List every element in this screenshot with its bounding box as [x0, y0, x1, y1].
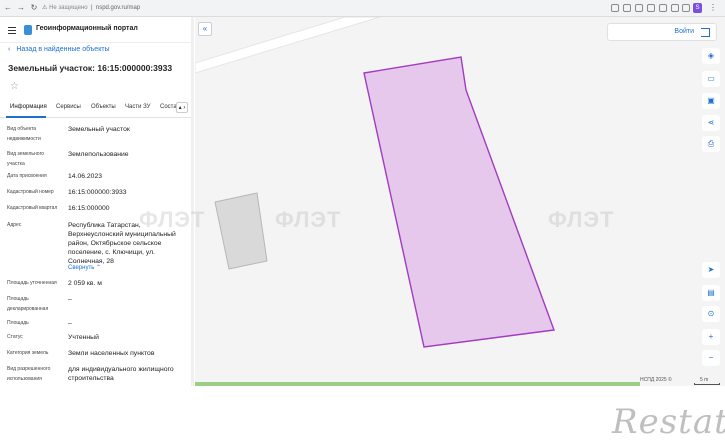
play-icon[interactable]: [647, 4, 655, 12]
print-area-icon[interactable]: ▣: [702, 93, 720, 109]
chevron-left-icon: ‹: [8, 46, 11, 53]
portal-logo-icon: [24, 25, 32, 35]
layers-icon[interactable]: ◈: [702, 48, 720, 64]
forward-icon[interactable]: →: [16, 3, 26, 13]
map-canvas[interactable]: [195, 17, 725, 386]
profile-avatar[interactable]: S: [693, 3, 702, 13]
row-label: Категория земель: [7, 350, 49, 356]
menu-icon[interactable]: [8, 27, 16, 34]
row-label: Дата присвоения: [7, 173, 47, 179]
object-title: Земельный участок: 16:15:000000:3933: [8, 63, 173, 73]
tab-parts[interactable]: Части ЗУ: [125, 104, 150, 110]
row-label: Кадастровый номер: [7, 189, 54, 195]
building-outline: [214, 192, 268, 270]
favorite-star-icon[interactable]: ☆: [10, 81, 19, 92]
login-label: Войти: [674, 28, 694, 35]
row-value: –: [68, 320, 72, 327]
green-area: [195, 382, 640, 386]
row-value: –: [68, 296, 72, 303]
location-icon[interactable]: [635, 4, 643, 12]
object-info-panel: Геоинформационный портал ‹ Назад в найден…: [0, 17, 194, 386]
more-icon[interactable]: ⋮: [708, 3, 718, 13]
map-layer: [195, 17, 640, 386]
login-icon: [701, 28, 710, 37]
url-text: nspd.gov.ru/map: [95, 5, 141, 11]
panel-scrollbar[interactable]: [191, 17, 194, 386]
collapse-address-link[interactable]: Свернуть ⌃: [68, 264, 101, 271]
row-label: Кадастровый квартал: [7, 205, 58, 211]
chevron-up-icon: ⌃: [96, 265, 102, 271]
scale-bar: [694, 383, 720, 385]
row-value: 14.06.2023: [68, 173, 103, 180]
app-title: Геоинформационный портал: [36, 25, 138, 32]
row-label: Площадь: [7, 320, 29, 326]
row-value: Земельный участок: [68, 126, 130, 133]
watermark-text: ФЛЭТ: [139, 207, 206, 232]
active-tab-indicator: [6, 116, 46, 118]
row-label: Вид объекта недвижимости: [7, 126, 41, 142]
row-value: 16:15:000000:3933: [68, 189, 127, 196]
printer-icon[interactable]: ⎙: [702, 136, 720, 152]
minimap-icon[interactable]: ▤: [702, 285, 720, 301]
row-label: Статус: [7, 334, 23, 340]
tab-services[interactable]: Сервисы: [56, 104, 81, 110]
row-value: Земли населенных пунктов: [68, 350, 155, 357]
watermark-text: ФЛЭТ: [548, 207, 615, 232]
browser-toolbar: ← → ↻ ⚠ Не защищено | nspd.gov.ru/map S …: [0, 0, 725, 17]
cast-icon[interactable]: [659, 4, 667, 12]
zoom-in-button[interactable]: +: [702, 329, 720, 345]
panel-header: Геоинформационный портал: [0, 17, 193, 43]
row-label: Вид земельного участка: [7, 151, 45, 167]
row-value: для индивидуального жилищного строительс…: [68, 366, 174, 382]
pin-icon[interactable]: ⊙: [702, 306, 720, 322]
brand-watermark-logo: Restate: [612, 402, 725, 442]
row-label: Площадь уточненная: [7, 280, 57, 286]
collapse-label: Свернуть: [68, 265, 95, 271]
geolocation-icon[interactable]: ➤: [702, 262, 720, 278]
login-button[interactable]: Войти: [607, 23, 717, 41]
collapse-panel-button[interactable]: «: [198, 22, 212, 36]
row-label: Вид разрешенного использования: [7, 366, 51, 382]
tabs-scroll-arrows[interactable]: ▴ ›: [176, 102, 188, 113]
back-to-results-link[interactable]: ‹ Назад в найденные объекты: [8, 46, 110, 53]
row-value: Землепользование: [68, 151, 129, 158]
back-icon[interactable]: ←: [3, 3, 13, 13]
address-bar[interactable]: ⚠ Не защищено | nspd.gov.ru/map: [42, 2, 602, 15]
tab-objects[interactable]: Объекты: [91, 104, 116, 110]
reload-icon[interactable]: ↻: [29, 3, 39, 13]
land-parcel-polygon[interactable]: [363, 56, 555, 348]
tab-bar: Информация Сервисы Объекты Части ЗУ Сост…: [0, 100, 193, 118]
warning-icon: ⚠: [42, 5, 48, 11]
row-label: Адрес: [7, 222, 22, 228]
share-icon[interactable]: ⋖: [702, 115, 720, 131]
extension-icon[interactable]: [611, 4, 619, 12]
watermark-text: ФЛЭТ: [275, 207, 342, 232]
row-label: Площадь декларированная: [7, 296, 49, 312]
road: [195, 17, 381, 74]
map-attribution: НСПД 2025 ©: [640, 377, 672, 383]
status-value: Учтенный: [68, 334, 99, 341]
ruler-icon[interactable]: ▭: [702, 71, 720, 87]
tab-information[interactable]: Информация: [10, 104, 47, 110]
back-label: Назад в найденные объекты: [16, 46, 110, 53]
zoom-out-button[interactable]: −: [702, 350, 720, 366]
security-status: Не защищено: [49, 5, 88, 11]
download-icon[interactable]: [682, 4, 690, 12]
star-icon[interactable]: [671, 4, 679, 12]
camera-icon[interactable]: [623, 4, 631, 12]
row-value: 2 059 кв. м: [68, 280, 102, 287]
